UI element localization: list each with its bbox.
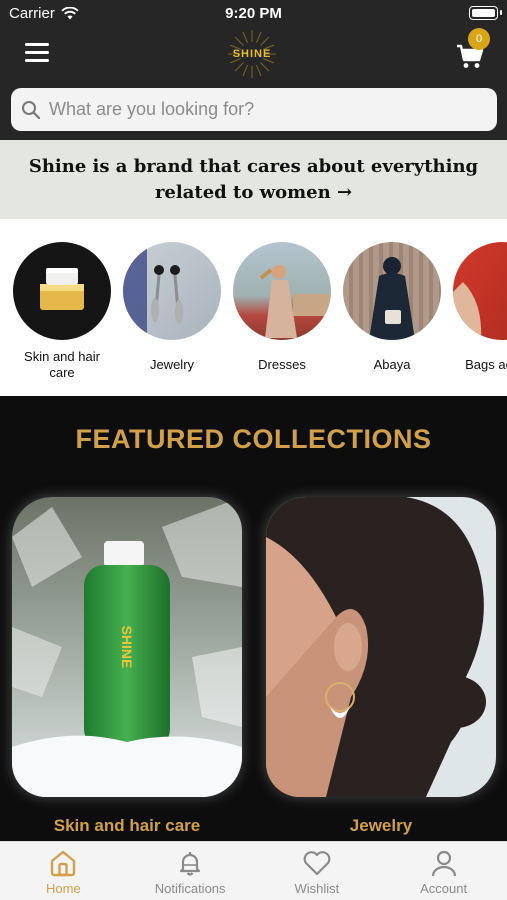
status-time: 9:20 PM <box>225 5 282 22</box>
tab-label: Notifications <box>154 881 226 896</box>
tagline-line1: Shine is a brand that cares about everyt… <box>28 156 479 177</box>
bottle-label: SHINE <box>119 626 135 669</box>
category-abaya[interactable]: Abaya <box>342 242 442 382</box>
tab-account[interactable]: Account <box>380 842 507 900</box>
category-image <box>233 242 331 340</box>
logo-text: SHINE <box>232 48 272 60</box>
tagline-line2: related to women → <box>154 182 353 203</box>
app-header: SHINE 0 <box>0 28 507 80</box>
category-label: Bags access <box>465 357 507 372</box>
tab-label: Home <box>46 881 81 896</box>
collection-image: SHINE <box>12 497 242 797</box>
menu-button[interactable] <box>25 41 51 63</box>
category-skin-hair-care[interactable]: Skin and hair care <box>12 242 112 382</box>
featured-title: FEATURED COLLECTIONS <box>75 424 432 454</box>
category-image <box>13 242 111 340</box>
collection-card-jewelry[interactable] <box>266 497 496 797</box>
brand-tagline[interactable]: Shine is a brand that cares about everyt… <box>0 140 507 219</box>
heart-icon <box>303 851 331 876</box>
collection-label[interactable]: Skin and hair care <box>12 816 242 836</box>
collection-image <box>266 497 496 797</box>
search-bar[interactable] <box>11 88 497 131</box>
status-bar: Carrier 9:20 PM <box>0 0 507 28</box>
category-image <box>453 242 507 340</box>
brand-logo[interactable]: SHINE <box>222 28 282 80</box>
category-label: Abaya <box>373 357 411 372</box>
bell-icon <box>180 852 201 876</box>
collection-card-skin-hair-care[interactable]: SHINE <box>12 497 242 797</box>
home-icon <box>51 850 76 877</box>
category-carousel[interactable]: Skin and hair care Jewelry Dresses Abaya… <box>0 219 507 396</box>
featured-collections: FEATURED COLLECTIONS SHINE Skin and hair… <box>0 396 507 841</box>
tab-wishlist[interactable]: Wishlist <box>254 842 381 900</box>
person-icon <box>431 850 456 877</box>
category-bags-accessories[interactable]: Bags access <box>452 242 507 382</box>
tab-label: Account <box>420 881 468 896</box>
battery-icon <box>469 6 502 20</box>
category-image <box>123 242 221 340</box>
category-image <box>343 242 441 340</box>
tab-notifications[interactable]: Notifications <box>127 842 254 900</box>
tab-label: Wishlist <box>294 881 340 896</box>
category-label: Jewelry <box>149 357 195 372</box>
category-jewelry[interactable]: Jewelry <box>122 242 222 382</box>
category-label: Dresses <box>258 357 306 372</box>
bottom-tab-bar: Home Notifications Wishlist Account <box>0 841 507 900</box>
tab-home[interactable]: Home <box>0 842 127 900</box>
collection-label[interactable]: Jewelry <box>266 816 496 836</box>
category-dresses[interactable]: Dresses <box>232 242 332 382</box>
search-icon <box>22 100 41 119</box>
top-bar: Carrier 9:20 PM SHINE 0 What are you loo… <box>0 0 507 140</box>
search-input[interactable] <box>49 99 469 120</box>
cart-count-badge: 0 <box>468 28 490 50</box>
category-label: Skin and hair care <box>24 349 100 380</box>
